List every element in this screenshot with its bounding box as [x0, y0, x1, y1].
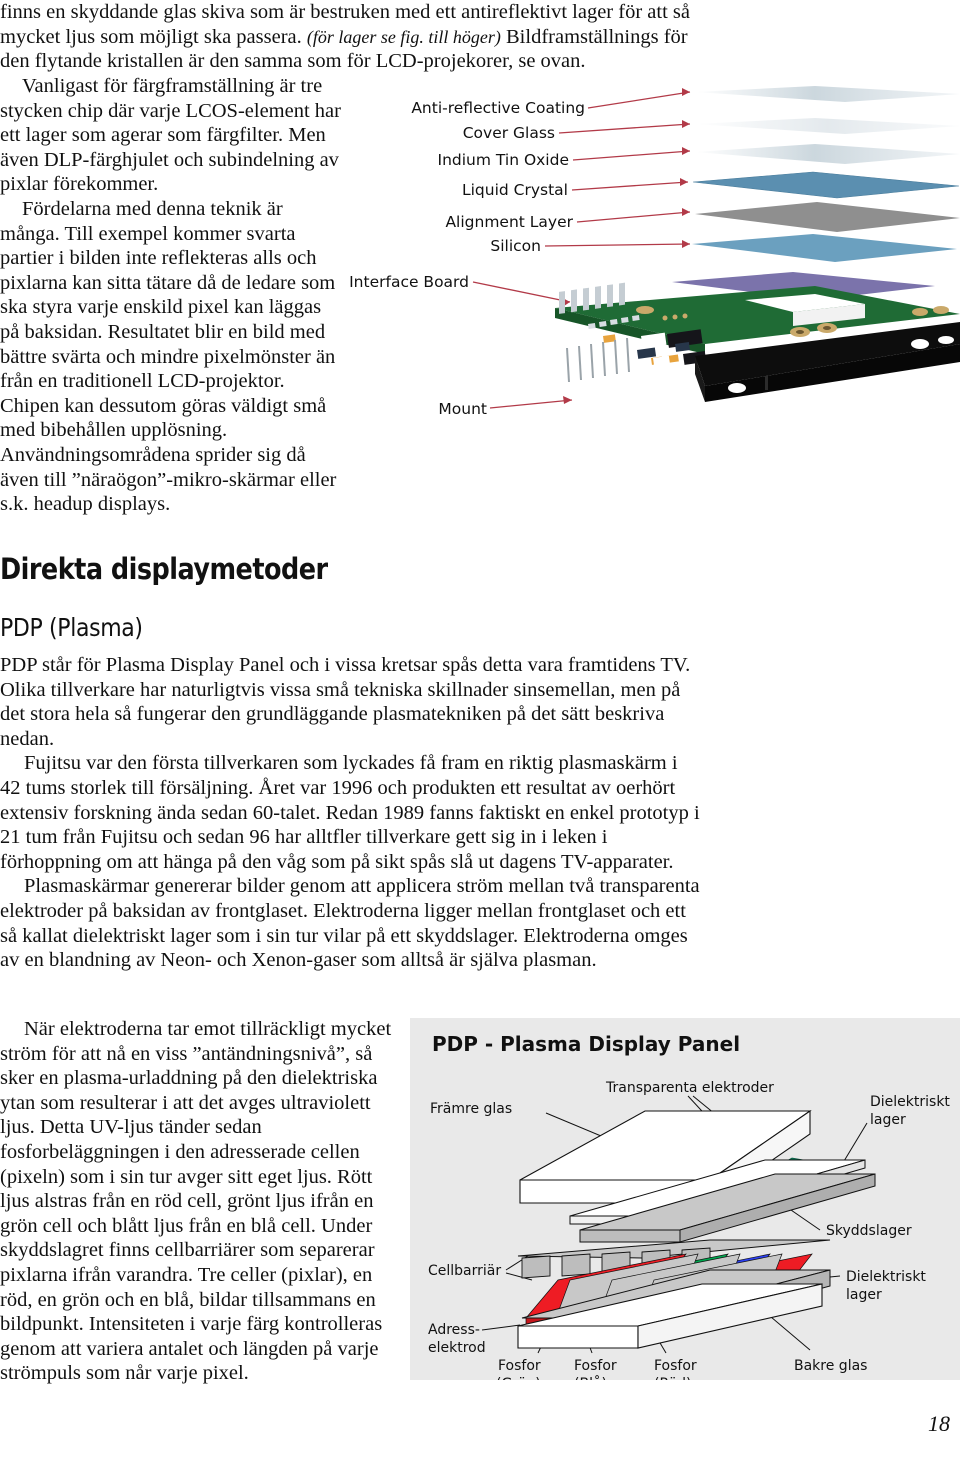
- section-heading: Direkta displaymetoder: [0, 552, 328, 586]
- pdp-label-front-glass: Främre glas: [430, 1101, 512, 1117]
- document-page: finns en skyddande glas skiva som är bes…: [0, 0, 960, 1470]
- pdp-label-transparent-electrodes: Transparenta elektroder: [605, 1080, 774, 1096]
- top-intro-text: finns en skyddande glas skiva som är bes…: [0, 0, 700, 74]
- pdp-body-narrow-column: När elektroderna tar emot tillräckligt m…: [0, 1017, 400, 1386]
- pdp-plasma-diagram: PDP - Plasma Display Panel Främre glas T…: [410, 1018, 960, 1380]
- intro-line-3: Bildframställnings: [506, 25, 659, 48]
- lcos-label-alignment-layer: Alignment Layer: [445, 213, 573, 231]
- lcos-paragraph-1: Vanligast för färgframställning är tre s…: [0, 75, 341, 196]
- pdp-label-phosphor-green-line1: Fosfor: [498, 1358, 541, 1374]
- pdp-label-back-glass: Bakre glas: [794, 1358, 867, 1374]
- lcos-label-mount: Mount: [438, 400, 487, 418]
- pdp-label-cell-barrier: Cellbarriär: [428, 1263, 501, 1279]
- pdp-label-address-electrode-line1: Adress-: [428, 1322, 480, 1338]
- lcos-exploded-diagram: Anti-reflective Coating Cover Glass Indi…: [345, 86, 960, 506]
- pdp-label-protective-layer: Skyddslager: [826, 1223, 912, 1239]
- lcos-label-indium-tin-oxide: Indium Tin Oxide: [438, 151, 570, 169]
- pdp-label-dielectric-top-line2: lager: [870, 1112, 906, 1128]
- pdp-paragraph-4: När elektroderna tar emot tillräckligt m…: [0, 1018, 392, 1385]
- pdp-figure-title: PDP - Plasma Display Panel: [432, 1032, 740, 1056]
- lcos-label-interface-board: Interface Board: [349, 273, 469, 291]
- pdp-label-phosphor-green-line2: (Grön): [496, 1376, 541, 1380]
- lcos-narrow-column: Vanligast för färgframställning är tre s…: [0, 74, 345, 517]
- pdp-label-dielectric-bottom-line2: lager: [846, 1287, 882, 1303]
- lcos-label-liquid-crystal: Liquid Crystal: [462, 181, 568, 199]
- pdp-body-text: PDP står för Plasma Display Panel och i …: [0, 653, 700, 973]
- page-number: 18: [928, 1411, 950, 1436]
- lcos-paragraph-2: Fördelarna med denna teknik är många. Ti…: [0, 197, 337, 516]
- pdp-label-dielectric-top-line1: Dielektriskt: [870, 1094, 950, 1110]
- pdp-paragraph-1: PDP står för Plasma Display Panel och i …: [0, 654, 691, 750]
- pdp-label-phosphor-red-line2: (Röd): [654, 1376, 691, 1380]
- pdp-label-address-electrode-line2: elektrod: [428, 1340, 486, 1356]
- lcos-label-silicon: Silicon: [490, 237, 541, 255]
- pdp-label-phosphor-blue-line1: Fosfor: [574, 1358, 617, 1374]
- lcos-label-cover-glass: Cover Glass: [463, 124, 555, 142]
- pdp-paragraph-2: Fujitsu var den första tillverkaren som …: [0, 752, 700, 873]
- pdp-label-phosphor-red-line1: Fosfor: [654, 1358, 697, 1374]
- pdp-paragraph-3: Plasmaskärmar genererar bilder genom att…: [0, 875, 700, 972]
- subsection-heading: PDP (Plasma): [0, 613, 143, 642]
- intro-line-1: finns en skyddande glas skiva som är bes…: [0, 1, 668, 23]
- pdp-label-phosphor-blue-line2: (Blå): [574, 1375, 607, 1380]
- intro-italic-note: (för lager se fig. till höger): [306, 26, 501, 47]
- pdp-label-dielectric-bottom-line1: Dielektriskt: [846, 1269, 926, 1285]
- lcos-label-anti-reflective: Anti-reflective Coating: [411, 99, 585, 117]
